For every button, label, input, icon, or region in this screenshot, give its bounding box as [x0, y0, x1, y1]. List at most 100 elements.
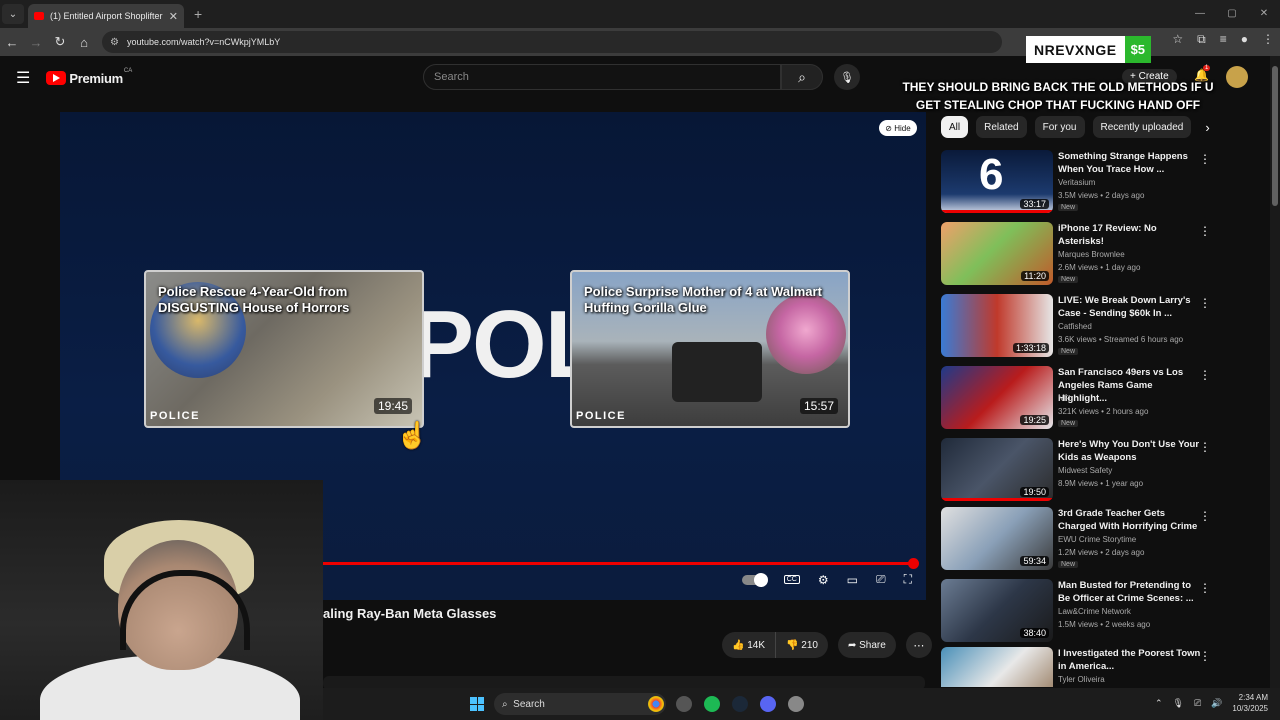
reload-button[interactable]: ↻: [48, 34, 72, 50]
recommendation-item[interactable]: 11:20 iPhone 17 Review: No Asterisks! Ma…: [941, 222, 1261, 288]
recommendation-item[interactable]: 6 33:17 Something Strange Happens When Yo…: [941, 150, 1261, 216]
page-scrollbar[interactable]: [1270, 56, 1280, 688]
cast-icon[interactable]: ⎚: [876, 572, 886, 587]
url-field[interactable]: ⚙ youtube.com/watch?v=nCWkpjYMLbY: [102, 31, 1002, 53]
recommendation-item[interactable]: 19:50 Here's Why You Don't Use Your Kids…: [941, 438, 1261, 504]
more-options-icon[interactable]: ⋮: [1199, 509, 1211, 523]
account-avatar[interactable]: [1226, 66, 1248, 88]
settings-icon[interactable]: [788, 696, 804, 712]
fullscreen-icon[interactable]: ⛶: [904, 572, 912, 587]
url-text: youtube.com/watch?v=nCWkpjYMLbY: [126, 37, 281, 47]
recommendation-item[interactable]: I Investigated the Poorest Town in Ameri…: [941, 647, 1261, 687]
close-tab-icon[interactable]: ✕: [169, 10, 178, 23]
video-thumbnail[interactable]: 59:34: [941, 507, 1053, 570]
video-thumbnail[interactable]: [941, 647, 1053, 687]
video-thumbnail[interactable]: 19:50: [941, 438, 1053, 501]
extensions-icon[interactable]: ⧉: [1197, 32, 1206, 47]
recommendation-item[interactable]: 1:33:18 LIVE: We Break Down Larry's Case…: [941, 294, 1261, 360]
video-thumbnail[interactable]: 6 33:17: [941, 150, 1053, 213]
spotify-icon[interactable]: [704, 696, 720, 712]
windows-start-icon[interactable]: [470, 697, 484, 711]
taskbar-search[interactable]: ⌕ Search☀: [494, 693, 666, 715]
rec-channel[interactable]: Law&Crime Network: [1058, 607, 1131, 616]
hide-label: Hide: [894, 123, 911, 133]
rec-channel[interactable]: EWU Crime Storytime: [1058, 535, 1136, 544]
rec-channel[interactable]: Marques Brownlee: [1058, 250, 1125, 259]
voice-search-button[interactable]: 🎙: [834, 64, 860, 90]
autoplay-toggle[interactable]: [741, 572, 768, 587]
site-info-icon[interactable]: ⚙: [110, 37, 119, 48]
hide-endscreen-button[interactable]: ⊘ Hide: [879, 120, 917, 136]
close-window-button[interactable]: ✕: [1248, 0, 1280, 28]
video-thumbnail[interactable]: 19:25: [941, 366, 1053, 429]
settings-gear-icon[interactable]: ⚙: [818, 573, 829, 587]
scrubber-handle[interactable]: [908, 558, 919, 569]
discord-icon[interactable]: [760, 696, 776, 712]
rec-channel[interactable]: Veritasium: [1058, 178, 1095, 187]
app-icon[interactable]: [676, 696, 692, 712]
rec-channel[interactable]: Catfished: [1058, 322, 1092, 331]
more-options-icon[interactable]: ⋮: [1199, 152, 1211, 166]
maximize-button[interactable]: ▢: [1216, 0, 1248, 28]
more-options-icon[interactable]: ⋮: [1199, 224, 1211, 238]
youtube-logo[interactable]: Premium CA: [46, 68, 132, 86]
profile-icon[interactable]: ●: [1241, 32, 1248, 47]
youtube-favicon-icon: [34, 12, 44, 20]
chrome-icon[interactable]: [648, 696, 664, 712]
rec-channel[interactable]: Tyler Oliveira: [1058, 675, 1105, 684]
tray-mic-icon[interactable]: 🎙: [1173, 698, 1184, 709]
steam-icon[interactable]: [732, 696, 748, 712]
scrollbar-thumb[interactable]: [1272, 66, 1278, 206]
forward-button[interactable]: →: [24, 35, 48, 50]
more-actions-icon[interactable]: ⋯: [905, 632, 932, 658]
video-thumbnail[interactable]: 1:33:18: [941, 294, 1053, 357]
search-input[interactable]: Search: [423, 64, 781, 90]
menu-hamburger-icon[interactable]: ☰: [16, 68, 30, 88]
chip-related[interactable]: Related: [976, 116, 1027, 138]
tray-chevron-up-icon[interactable]: ⌃: [1155, 698, 1163, 709]
dislike-button[interactable]: 👎 210: [776, 632, 828, 658]
share-button[interactable]: ➦ Share: [837, 632, 896, 658]
rec-channel[interactable]: NFL: [1058, 394, 1073, 403]
media-icon[interactable]: ≡: [1220, 32, 1227, 47]
new-tab-button[interactable]: +: [194, 6, 202, 22]
chip-for-you[interactable]: For you: [1034, 116, 1085, 138]
video-thumbnail[interactable]: 11:20: [941, 222, 1053, 285]
rec-meta: 1.2M views • 2 days ago: [1058, 548, 1145, 557]
chevron-right-icon[interactable]: ›: [1205, 120, 1209, 135]
minimize-button[interactable]: —: [1184, 0, 1216, 28]
more-options-icon[interactable]: ⋮: [1199, 649, 1211, 663]
like-button[interactable]: 👍 14K: [722, 632, 777, 658]
subtitles-cc-icon[interactable]: CC: [783, 575, 800, 584]
browser-tab[interactable]: (1) Entitled Airport Shoplifter C ✕: [28, 4, 184, 28]
more-options-icon[interactable]: ⋮: [1199, 581, 1211, 595]
rec-channel[interactable]: Midwest Safety: [1058, 466, 1112, 475]
clock[interactable]: 2:34 AM 10/3/2025: [1232, 692, 1268, 714]
theater-mode-icon[interactable]: ▭: [847, 573, 858, 587]
tray-network-icon[interactable]: ⎚: [1194, 698, 1201, 709]
share-label: Share: [859, 639, 886, 651]
like-dislike-group: 👍 14K 👎 210: [722, 632, 828, 658]
browser-menu-icon[interactable]: ⋮: [1262, 32, 1274, 47]
more-options-icon[interactable]: ⋮: [1199, 368, 1211, 382]
back-button[interactable]: ←: [0, 35, 24, 50]
tab-search-button[interactable]: ⌄: [2, 4, 24, 24]
endscreen-video-card-1[interactable]: Police Rescue 4-Year-Old from DISGUSTING…: [144, 270, 424, 428]
home-button[interactable]: ⌂: [72, 35, 96, 50]
donation-amount: $5: [1124, 36, 1152, 63]
chip-recently-uploaded[interactable]: Recently uploaded: [1092, 116, 1192, 138]
bookmark-star-icon[interactable]: ☆: [1172, 32, 1183, 47]
tray-volume-icon[interactable]: 🔊: [1211, 698, 1222, 709]
progress-bar[interactable]: [322, 558, 919, 569]
chip-all[interactable]: All: [941, 116, 969, 138]
recommendation-item[interactable]: 59:34 3rd Grade Teacher Gets Charged Wit…: [941, 507, 1261, 573]
more-options-icon[interactable]: ⋮: [1199, 440, 1211, 454]
recommendation-item[interactable]: 38:40 Man Busted for Pretending to Be Of…: [941, 579, 1261, 645]
rec-title: 3rd Grade Teacher Gets Charged With Horr…: [1058, 508, 1198, 532]
duration: 11:20: [1021, 271, 1049, 281]
video-thumbnail[interactable]: 38:40: [941, 579, 1053, 642]
search-button[interactable]: ⌕: [781, 64, 823, 90]
more-options-icon[interactable]: ⋮: [1199, 296, 1211, 310]
recommendation-item[interactable]: 19:25 San Francisco 49ers vs Los Angeles…: [941, 366, 1261, 432]
endscreen-video-card-2[interactable]: Police Surprise Mother of 4 at Walmart H…: [570, 270, 850, 428]
